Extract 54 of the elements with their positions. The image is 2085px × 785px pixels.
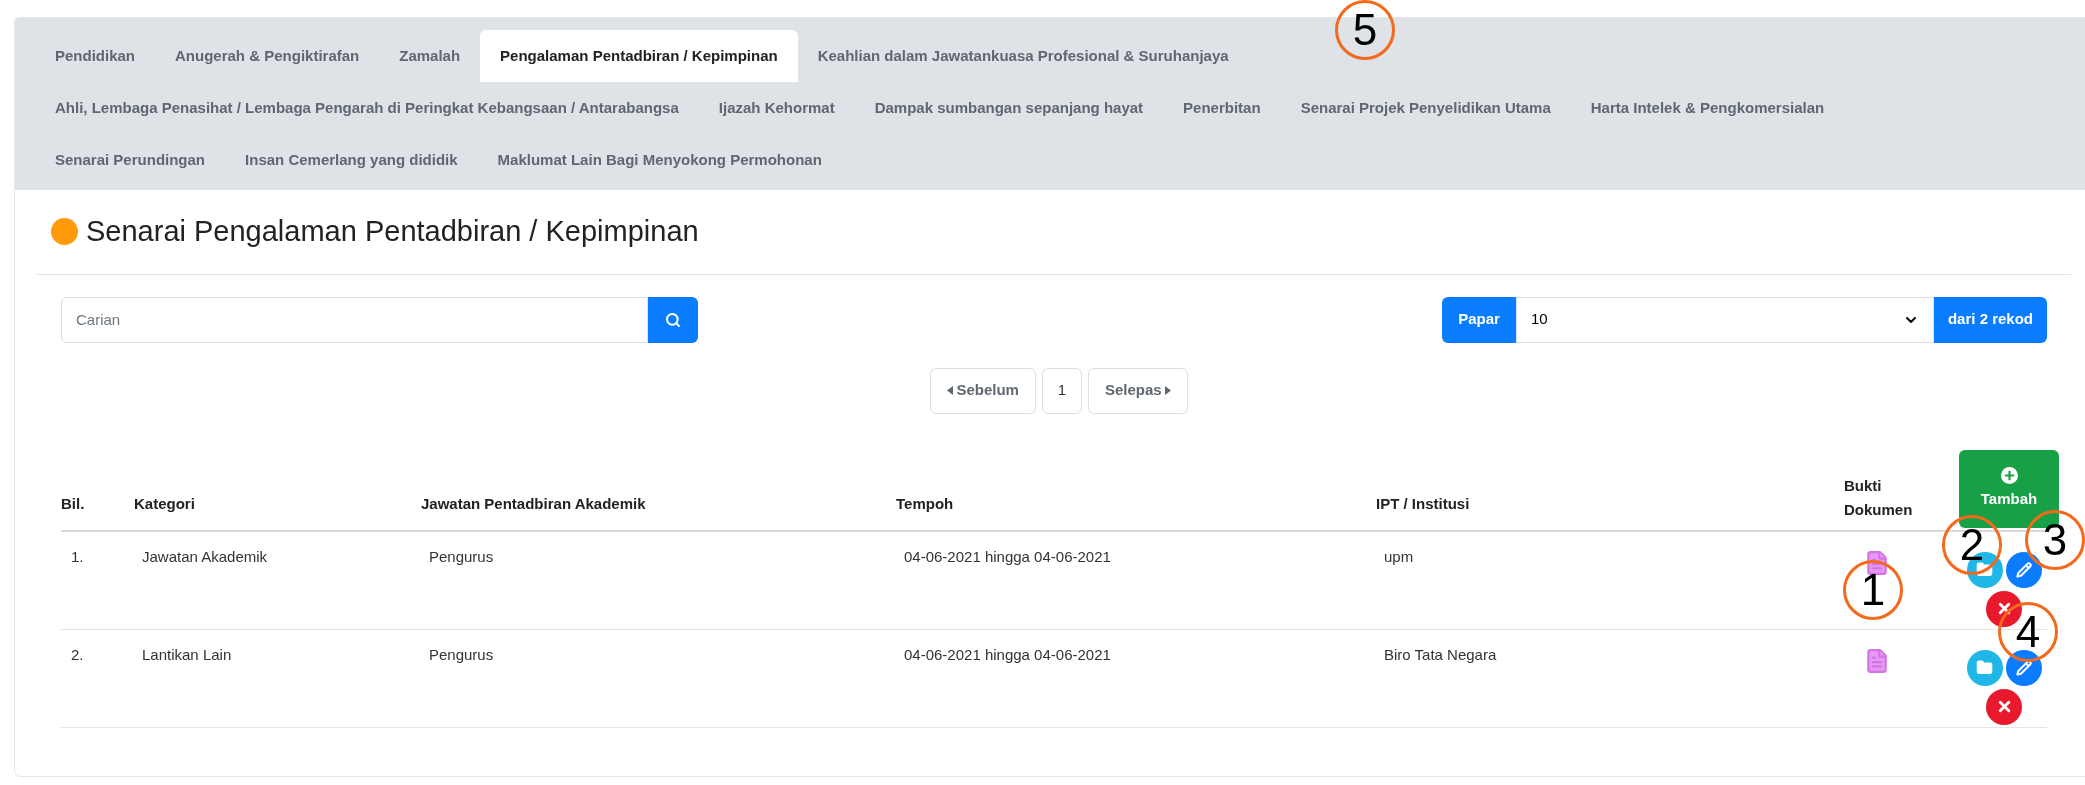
tab[interactable]: Keahlian dalam Jawatankuasa Profesional & Suruhanjaya xyxy=(797,30,1249,82)
column-header: Jawatan Pentadbiran Akademik xyxy=(421,494,647,514)
pencil-icon xyxy=(2015,561,2032,578)
previous-button[interactable]: Sebelum xyxy=(930,367,1036,414)
delete-button[interactable] xyxy=(1986,688,2022,725)
tab[interactable]: Senarai Projek Penyelidikan Utama xyxy=(1280,82,1571,134)
table-cell-text: Pengurus xyxy=(428,644,495,665)
tab[interactable]: Penerbitan xyxy=(1163,82,1281,134)
search-button[interactable] xyxy=(648,296,698,343)
plus-icon xyxy=(2002,468,2016,482)
table-cell-text: 2. xyxy=(70,644,85,665)
annotation-marker: 5 xyxy=(1335,0,1395,60)
tab[interactable]: Anugerah & Pengiktirafan xyxy=(155,30,380,82)
column-header: Bukti Dokumen xyxy=(1844,475,1914,520)
table-cell-text: 1. xyxy=(70,546,85,567)
table-cell-text: Jawatan Akademik xyxy=(141,546,269,567)
tab[interactable]: Insan Cemerlang yang dididik xyxy=(225,134,478,186)
table-cell-text: upm xyxy=(1383,546,1415,567)
page-title: Senarai Pengalaman Pentadbiran / Kepimpinan xyxy=(86,214,699,249)
search-icon xyxy=(665,311,681,328)
tab[interactable]: Harta Intelek & Pengkomersialan xyxy=(1570,82,1845,134)
tab[interactable]: Zamalah xyxy=(379,30,481,82)
tab[interactable]: Pengalaman Pentadbiran / Kepimpinan xyxy=(480,30,798,82)
search-field[interactable]: Carian xyxy=(61,296,648,343)
table-cell-text: Pengurus xyxy=(428,546,495,567)
tab[interactable]: Pendidikan xyxy=(35,30,156,82)
edit-button[interactable] xyxy=(2005,649,2042,686)
next-button[interactable]: Selepas xyxy=(1087,367,1188,414)
tab[interactable]: Maklumat Lain Bagi Menyokong Permohonan xyxy=(477,134,842,186)
column-header: IPT / Institusi xyxy=(1376,494,1471,514)
page-size-select[interactable]: 10 xyxy=(1515,296,1934,343)
annotation-marker: 4 xyxy=(1998,602,2058,662)
column-header: Kategori xyxy=(134,494,196,514)
table-cell-text: Biro Tata Negara xyxy=(1383,644,1498,665)
tab[interactable]: Ahli, Lembaga Penasihat / Lembaga Pengarah di Peringkat Kebangsaan / Antarabangsa xyxy=(35,82,699,134)
caret-left-icon xyxy=(947,386,954,395)
caret-right-icon xyxy=(1164,386,1171,395)
folder-icon xyxy=(1976,659,1993,676)
annotation-marker: 1 xyxy=(1843,560,1903,620)
table-cell-text: 04-06-2021 hingga 04-06-2021 xyxy=(903,644,1112,665)
annotation-marker: 2 xyxy=(1942,515,2002,575)
column-header: Tempoh xyxy=(896,494,955,514)
tab[interactable]: Dampak sumbangan sepanjang hayat xyxy=(854,82,1164,134)
tab[interactable]: Senarai Perundingan xyxy=(35,134,226,186)
annotation-marker: 3 xyxy=(2025,510,2085,570)
table-cell-text: 04-06-2021 hingga 04-06-2021 xyxy=(903,546,1112,567)
tab[interactable]: Ijazah Kehormat xyxy=(698,82,855,134)
edit-button[interactable] xyxy=(2005,551,2042,588)
table-cell-text: Lantikan Lain xyxy=(141,644,233,665)
column-header: Bil. xyxy=(61,494,86,514)
record-count: dari 2 rekod xyxy=(1933,296,2047,343)
page-button[interactable]: 1 xyxy=(1041,367,1082,414)
page-size-label: Papar xyxy=(1442,296,1516,343)
pencil-icon xyxy=(2015,659,2032,676)
